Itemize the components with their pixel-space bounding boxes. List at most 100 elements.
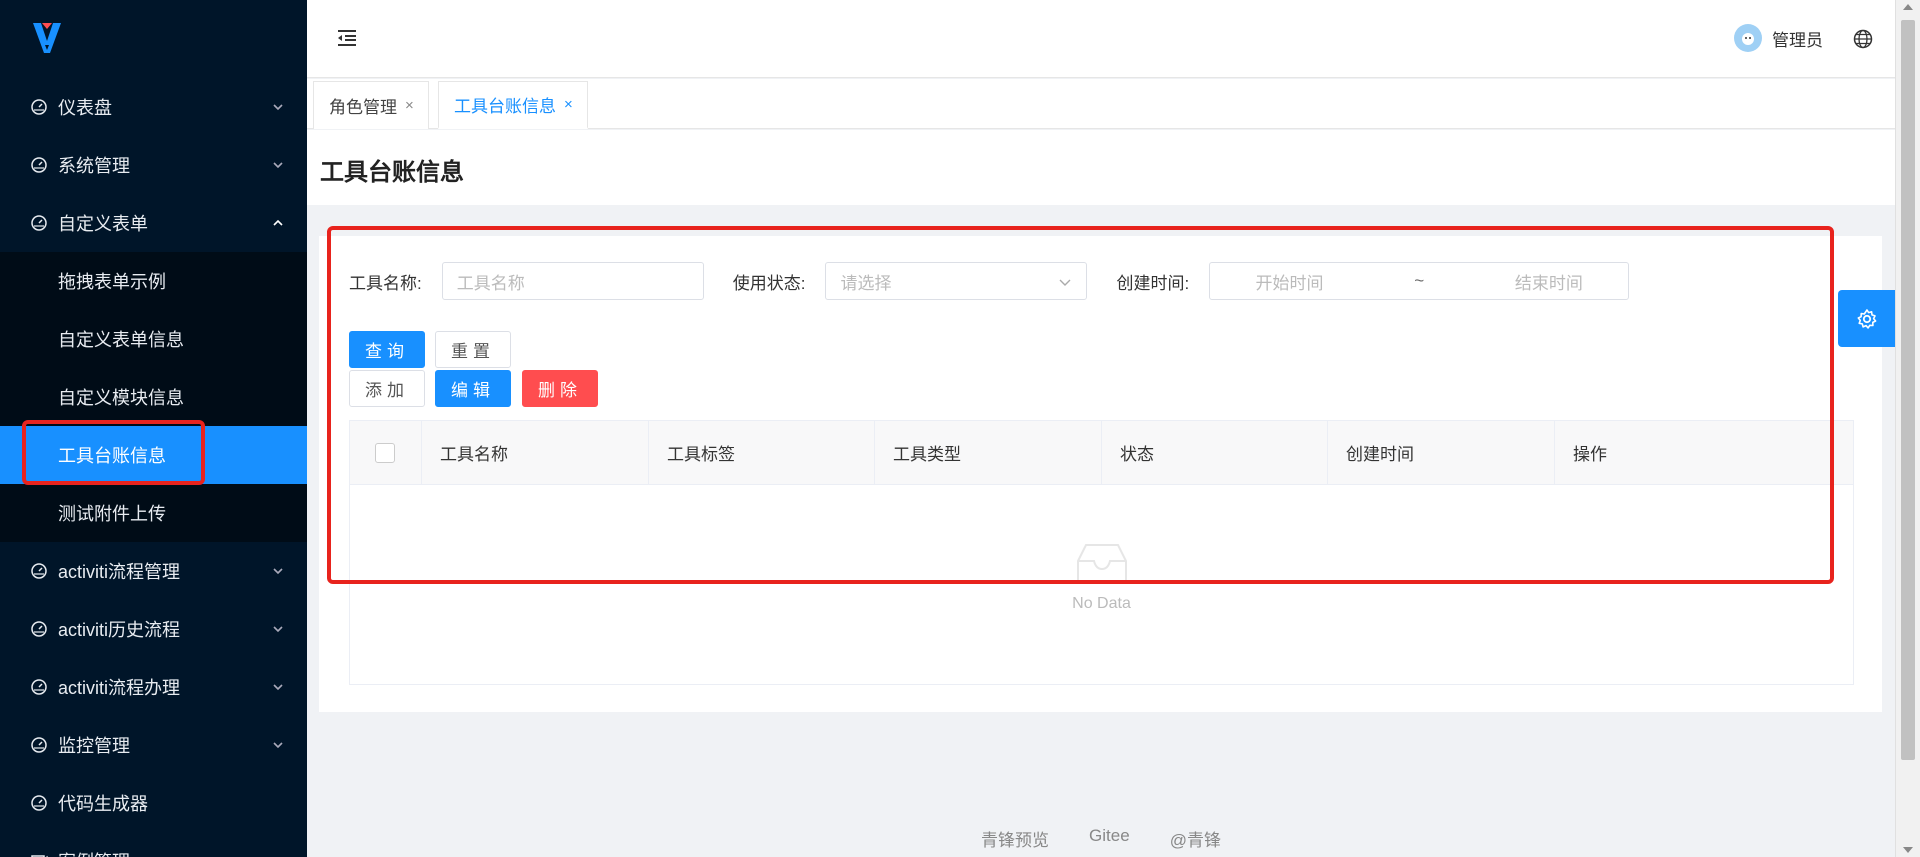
settings-button[interactable] [1838,290,1895,347]
sidebar-item-tool-ledger[interactable]: 工具台账信息 [0,426,307,484]
status-label: 使用状态: [732,273,806,293]
footer-link[interactable]: Gitee [1089,826,1130,851]
top-header: 管理员 [307,0,1895,78]
range-separator: ~ [1414,271,1425,290]
empty-box-icon [1076,544,1127,584]
scroll-up-arrow-icon[interactable] [1903,4,1913,10]
date-range-picker[interactable]: 开始时间 ~ 结束时间 [1209,262,1630,300]
status-placeholder: 请选择 [840,273,892,293]
monitor-icon [31,855,48,857]
sidebar-item-case-management[interactable]: 案例管理 [0,832,307,857]
gear-icon [1857,308,1876,329]
sidebar-item-system[interactable]: 系统管理 [0,136,307,194]
tab-label: 角色管理 [329,98,397,117]
tab-bar: 角色管理 × 工具台账信息 × [307,79,1895,129]
sidebar-item-activiti-handle[interactable]: activiti流程办理 [0,658,307,716]
close-icon[interactable]: × [405,97,414,114]
sidebar-item-custom-form[interactable]: 自定义表单 [0,194,307,252]
tab-role-management[interactable]: 角色管理 × [313,81,429,129]
reset-button[interactable]: 重置 [435,331,511,368]
select-all-cell [350,421,422,484]
column-header[interactable]: 状态 [1102,421,1328,484]
sidebar-item-label: 工具台账信息 [58,446,166,466]
sidebar-item-drag-form[interactable]: 拖拽表单示例 [0,252,307,310]
dashboard-icon [31,157,47,173]
scroll-down-arrow-icon[interactable] [1903,847,1913,853]
sidebar-item-label: 仪表盘 [58,98,112,118]
tool-name-input[interactable]: 工具名称 [441,262,704,300]
end-time-placeholder[interactable]: 结束时间 [1515,269,1583,294]
query-button[interactable]: 查询 [349,331,425,368]
dashboard-icon [31,737,47,753]
chevron-down-icon [273,568,283,575]
sidebar-item-custom-form-info[interactable]: 自定义表单信息 [0,310,307,368]
select-all-checkbox[interactable] [375,442,395,463]
tool-ledger-table: 工具名称 工具标签 工具类型 状态 创建时间 操作 No Data [349,420,1854,685]
sidebar-item-label: 代码生成器 [58,794,148,814]
dashboard-icon [31,215,47,231]
user-name: 管理员 [1772,30,1823,50]
sidebar-item-label: activiti流程管理 [58,562,181,582]
sidebar-item-activiti-history[interactable]: activiti历史流程 [0,600,307,658]
sidebar-item-code-generator[interactable]: 代码生成器 [0,774,307,832]
page-title: 工具台账信息 [320,159,464,186]
sidebar-item-monitoring[interactable]: 监控管理 [0,716,307,774]
empty-state: No Data [350,541,1853,613]
sidebar-item-dashboard[interactable]: 仪表盘 [0,78,307,136]
created-time-label: 创建时间: [1116,273,1190,293]
chevron-down-icon [273,104,283,111]
footer-link[interactable]: @青锋 [1170,826,1221,851]
sidebar-item-activiti-process[interactable]: activiti流程管理 [0,542,307,600]
menu-fold-icon[interactable] [335,26,359,50]
sidebar-item-label: activiti流程办理 [58,678,181,698]
sidebar-item-label: 测试附件上传 [58,504,166,524]
chevron-down-icon [273,162,283,169]
column-header[interactable]: 创建时间 [1328,421,1555,484]
tool-name-placeholder: 工具名称 [456,273,525,293]
dashboard-icon [31,795,47,811]
edit-button[interactable]: 编辑 [435,370,511,407]
sidebar-item-label: 案例管理 [58,848,271,857]
chevron-down-icon [273,684,283,691]
sidebar-item-custom-module-info[interactable]: 自定义模块信息 [0,368,307,426]
page-header: 工具台账信息 [307,130,1895,205]
user-menu[interactable]: 管理员 [1734,24,1823,52]
logo-icon [33,23,61,53]
dashboard-icon [31,99,47,115]
column-header: 操作 [1573,445,1607,464]
tool-name-label: 工具名称: [349,273,422,293]
add-button[interactable]: 添加 [349,370,425,407]
chevron-down-icon [273,742,283,749]
logo[interactable] [0,0,307,78]
sidebar-item-label: activiti历史流程 [58,620,181,640]
sidebar-item-label: 拖拽表单示例 [58,272,166,292]
close-icon[interactable]: × [564,96,573,113]
empty-text: No Data [1072,595,1131,612]
submenu-custom-form: 拖拽表单示例 自定义表单信息 自定义模块信息 工具台账信息 测试附件上传 [0,252,307,542]
chevron-down-icon [273,626,283,633]
start-time-placeholder[interactable]: 开始时间 [1256,269,1324,294]
sidebar: 仪表盘 系统管理 自定义表单 拖拽表单示例 自定义表单信息 自定义模块信息 工具… [0,0,307,857]
column-header[interactable]: 工具标签 [649,421,875,484]
sidebar-item-label: 监控管理 [58,736,130,756]
page-scrollbar[interactable] [1895,0,1920,857]
column-header[interactable]: 工具类型 [875,421,1102,484]
sidebar-item-label: 自定义模块信息 [58,388,184,408]
search-form: 工具名称: 工具名称 使用状态: 请选择 创建时间: 开始时间 ~ 结束时间 [349,262,1630,300]
tab-tool-ledger[interactable]: 工具台账信息 × [438,81,588,129]
footer: 青锋预览 Gitee @青锋 [307,826,1895,851]
column-header[interactable]: 工具名称 [422,421,649,484]
footer-link[interactable]: 青锋预览 [981,826,1049,851]
sidebar-item-label: 自定义表单信息 [58,330,184,350]
delete-button[interactable]: 删除 [522,370,598,407]
globe-icon[interactable] [1853,29,1873,49]
chevron-down-icon [1059,279,1071,286]
sidebar-item-attachment-upload[interactable]: 测试附件上传 [0,484,307,542]
table-header: 工具名称 工具标签 工具类型 状态 创建时间 操作 [350,421,1853,485]
sidebar-item-label: 自定义表单 [58,214,148,234]
tab-label: 工具台账信息 [454,97,556,116]
avatar [1734,24,1762,52]
sidebar-item-label: 系统管理 [58,156,130,176]
status-select[interactable]: 请选择 [825,262,1088,300]
scroll-thumb[interactable] [1901,20,1915,760]
